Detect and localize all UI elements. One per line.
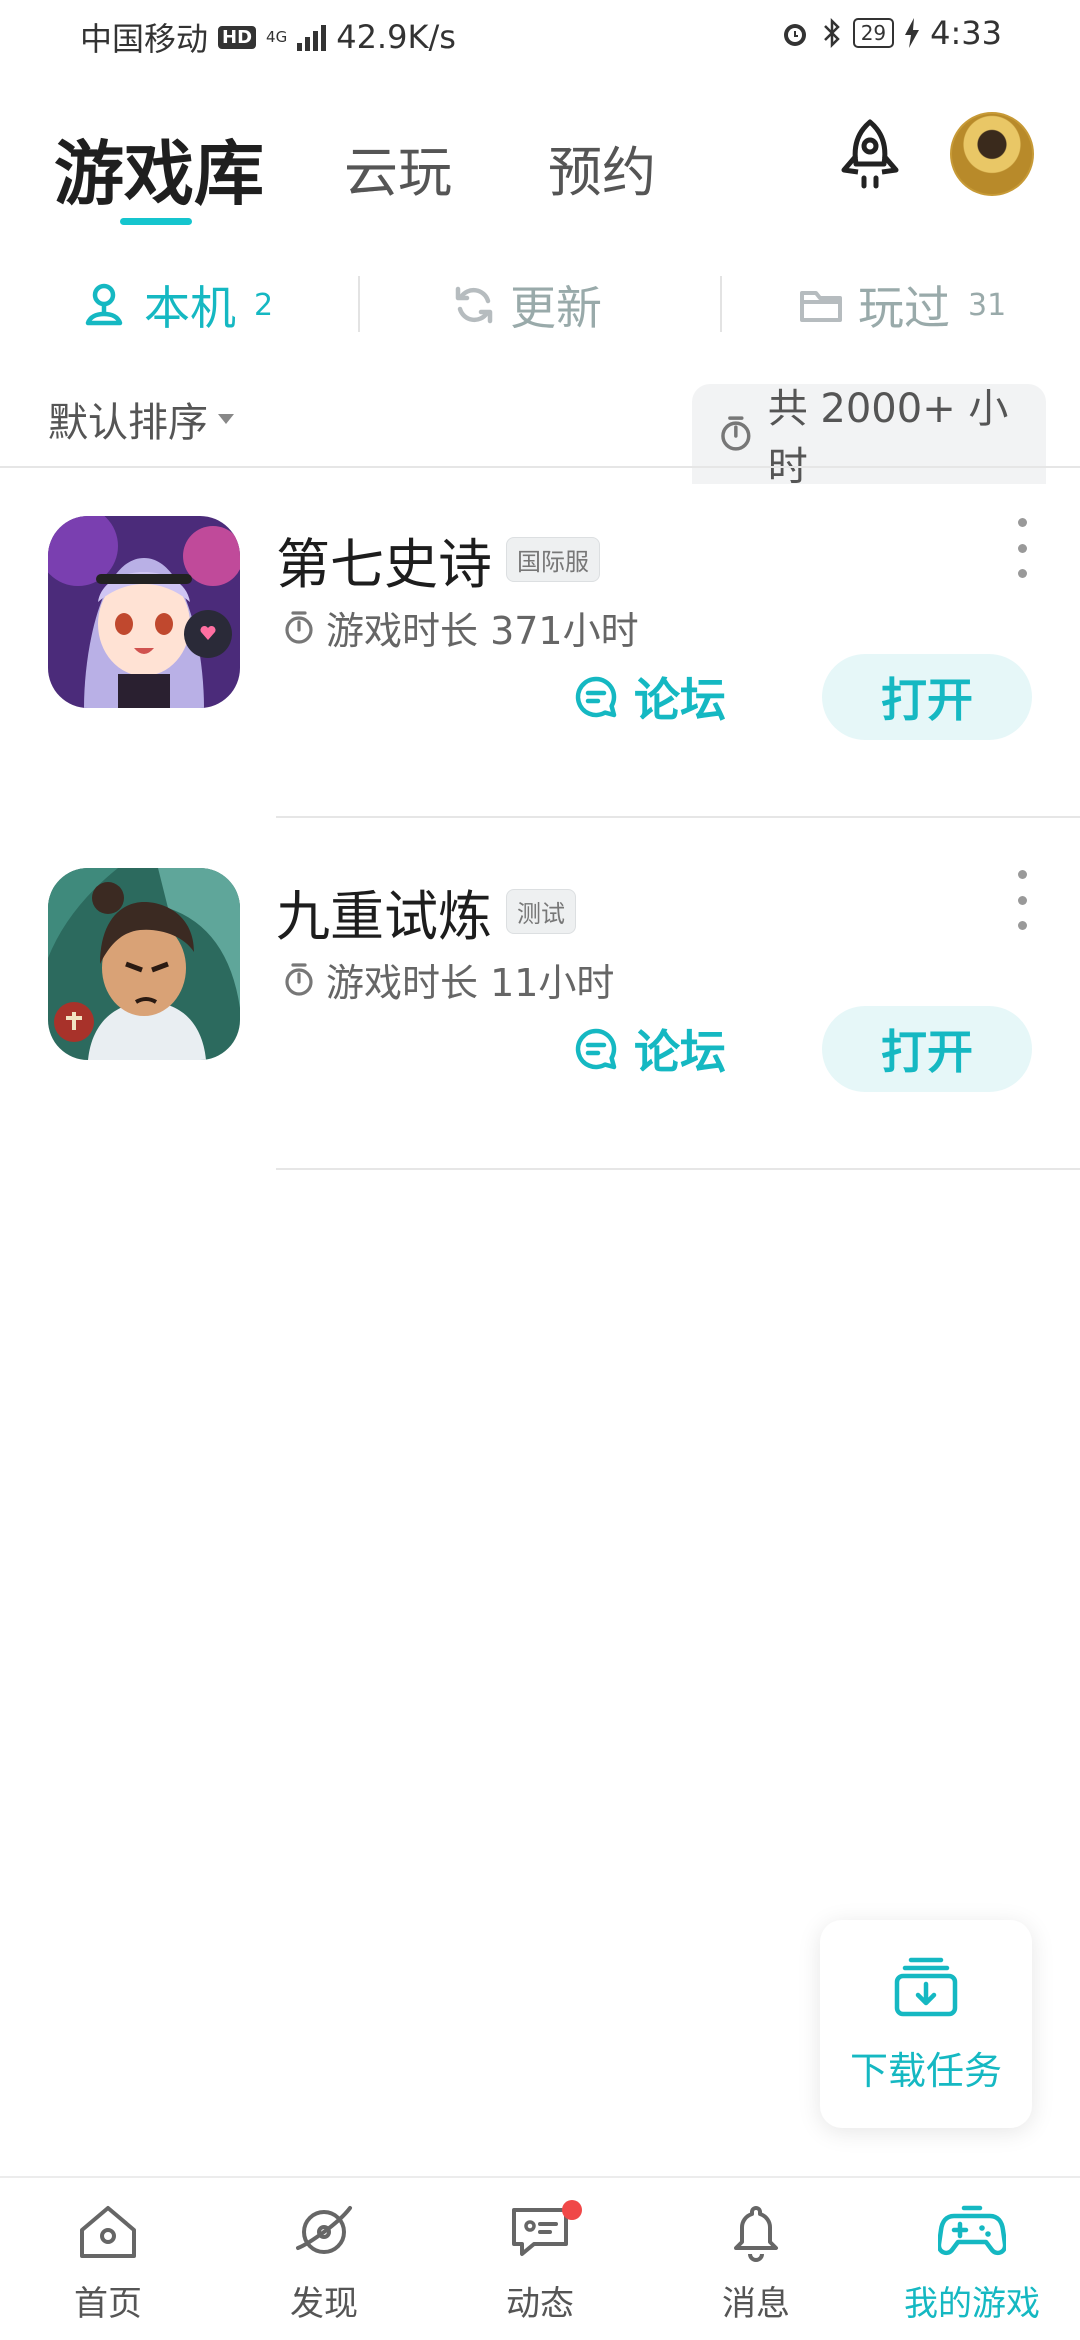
folder-icon xyxy=(800,291,842,322)
timer-icon xyxy=(721,416,751,451)
forum-button[interactable]: 论坛 xyxy=(572,1016,726,1082)
nav-home[interactable]: 首页 xyxy=(0,2178,216,2340)
game-playtime: 游戏时长 371小时 xyxy=(282,600,639,655)
nav-my-games[interactable]: 我的游戏 xyxy=(864,2178,1080,2340)
game-card[interactable]: 第七史诗 国际服 游戏时长 371小时 论坛 打开 xyxy=(0,468,1080,818)
nav-messages[interactable]: 消息 xyxy=(648,2178,864,2340)
planet-icon xyxy=(296,2206,352,2254)
nav-feed[interactable]: 动态 xyxy=(432,2178,648,2340)
network-speed: 42.9K/s xyxy=(336,18,456,56)
home-icon xyxy=(80,2206,136,2258)
user-avatar[interactable] xyxy=(950,112,1034,196)
game-playtime-label: 游戏时长 371小时 xyxy=(326,609,639,653)
active-tab-indicator xyxy=(120,218,192,225)
open-game-button[interactable]: 打开 xyxy=(822,654,1032,740)
chevron-down-icon xyxy=(218,414,234,424)
status-left: 中国移动 HD 4G 42.9K/s xyxy=(80,14,456,60)
chat-bubble-icon xyxy=(575,676,617,718)
network-type: 4G xyxy=(266,28,288,46)
swordsman-icon xyxy=(48,868,240,1060)
page-title-tab[interactable]: 游戏库 xyxy=(54,118,264,219)
download-tasks-label: 下载任务 xyxy=(849,2048,1002,2093)
nav-discover-label: 发现 xyxy=(290,2284,358,2324)
game-tag: 测试 xyxy=(506,889,576,934)
subtab-played-count: 31 xyxy=(968,287,1007,323)
divider xyxy=(276,1168,1080,1170)
game-icon-epic-seven[interactable] xyxy=(48,516,240,708)
subtab-played-label: 玩过 xyxy=(858,281,950,335)
game-icon-nine-trials[interactable] xyxy=(48,868,240,1060)
clock: 4:33 xyxy=(930,14,1002,52)
tab-cloud-play[interactable]: 云玩 xyxy=(344,128,452,207)
sort-dropdown[interactable]: 默认排序 xyxy=(48,390,234,448)
download-tray-icon xyxy=(894,1957,958,2016)
subtab-local[interactable]: 本机 2 xyxy=(78,270,273,340)
divider xyxy=(720,276,722,332)
bluetooth-icon xyxy=(823,17,840,49)
game-tag: 国际服 xyxy=(506,537,600,582)
status-right: 29 4:33 xyxy=(779,14,1002,52)
game-card[interactable]: 九重试炼 测试 游戏时长 11小时 论坛 打开 xyxy=(0,820,1080,1170)
hd-badge: HD xyxy=(218,25,257,49)
subtab-updates-label: 更新 xyxy=(510,281,602,335)
tab-reservations[interactable]: 预约 xyxy=(548,128,656,207)
subtab-local-label: 本机 xyxy=(144,281,236,335)
subtab-local-count: 2 xyxy=(254,287,274,323)
download-tasks-button[interactable]: 下载任务 xyxy=(820,1920,1032,2128)
gamepad-icon xyxy=(938,2205,1006,2256)
more-options-icon[interactable] xyxy=(1012,870,1032,930)
nav-messages-label: 消息 xyxy=(722,2284,790,2324)
game-title-row: 九重试炼 测试 xyxy=(276,872,576,951)
divider xyxy=(276,816,1080,818)
status-bar: 中国移动 HD 4G 42.9K/s 29 4:33 xyxy=(0,0,1080,80)
bell-icon xyxy=(734,2206,778,2262)
timer-icon xyxy=(285,962,313,996)
alarm-icon xyxy=(783,24,806,46)
nav-feed-label: 动态 xyxy=(506,2284,574,2324)
refresh-icon xyxy=(455,286,493,324)
game-playtime: 游戏时长 11小时 xyxy=(282,952,614,1007)
battery-indicator: 29 xyxy=(852,18,895,48)
sort-label: 默认排序 xyxy=(48,400,208,446)
library-subtabs: 本机 2 更新 玩过 31 xyxy=(0,270,1080,340)
signal-icon xyxy=(297,23,327,51)
game-title: 第七史诗 xyxy=(276,533,492,596)
open-game-button[interactable]: 打开 xyxy=(822,1006,1032,1092)
divider xyxy=(358,276,360,332)
notification-dot xyxy=(562,2200,582,2220)
location-icon xyxy=(85,283,123,326)
more-options-icon[interactable] xyxy=(1012,518,1032,578)
forum-button[interactable]: 论坛 xyxy=(572,664,726,730)
subtab-played[interactable]: 玩过 31 xyxy=(798,270,1006,340)
game-title: 九重试炼 xyxy=(276,885,492,948)
nav-my-games-label: 我的游戏 xyxy=(904,2284,1040,2324)
nav-discover[interactable]: 发现 xyxy=(216,2178,432,2340)
nav-home-label: 首页 xyxy=(74,2284,142,2324)
subtab-updates[interactable]: 更新 xyxy=(452,270,602,340)
charging-icon xyxy=(905,18,920,48)
carrier-label: 中国移动 xyxy=(80,20,209,58)
timer-icon xyxy=(285,610,313,644)
forum-label: 论坛 xyxy=(634,1025,726,1079)
chat-bubble-icon xyxy=(575,1028,617,1070)
anime-girl-icon xyxy=(48,516,240,708)
forum-label: 论坛 xyxy=(634,673,726,727)
game-playtime-label: 游戏时长 11小时 xyxy=(326,961,615,1005)
rocket-icon[interactable] xyxy=(830,116,910,196)
game-title-row: 第七史诗 国际服 xyxy=(276,520,600,599)
bottom-navigation: 首页 发现 动态 消息 我的游戏 xyxy=(0,2176,1080,2340)
